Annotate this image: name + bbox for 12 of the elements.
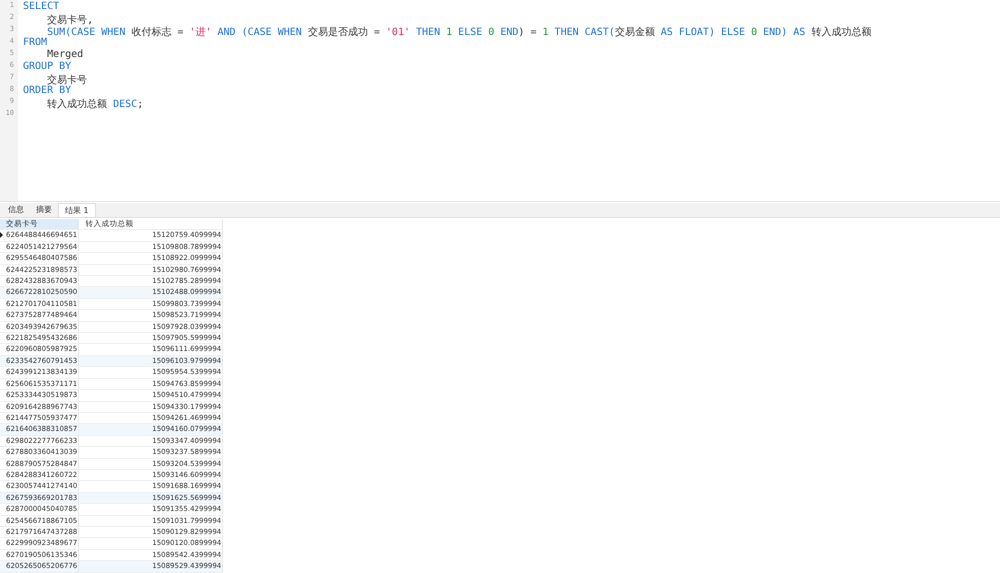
code-line: SELECT (23, 1, 60, 13)
code-line: ORDER BY (23, 85, 72, 97)
code-line: SUM(CASE WHEN 收付标志 = '进' AND (CASE WHEN 交易是否成功 = '01' THEN 1 ELSE 0 END) = 1 THEN CAST(交易金额 AS FLOAT) ELSE 0 END) AS 转入成功总额 (47, 26, 872, 37)
code-line: 交易卡号 (47, 74, 88, 85)
result-tab[interactable]: 摘要 (30, 203, 58, 217)
result-tab[interactable]: 结果 1 (58, 203, 96, 217)
code-line: GROUP BY (23, 61, 72, 73)
result-tab[interactable]: 信息 (2, 203, 30, 217)
code-line: Merged (46, 49, 84, 61)
code-line: 交易卡号, (46, 14, 94, 25)
code-line: FROM (23, 37, 48, 49)
code-line: 转入成功总额 DESC; (46, 98, 144, 109)
